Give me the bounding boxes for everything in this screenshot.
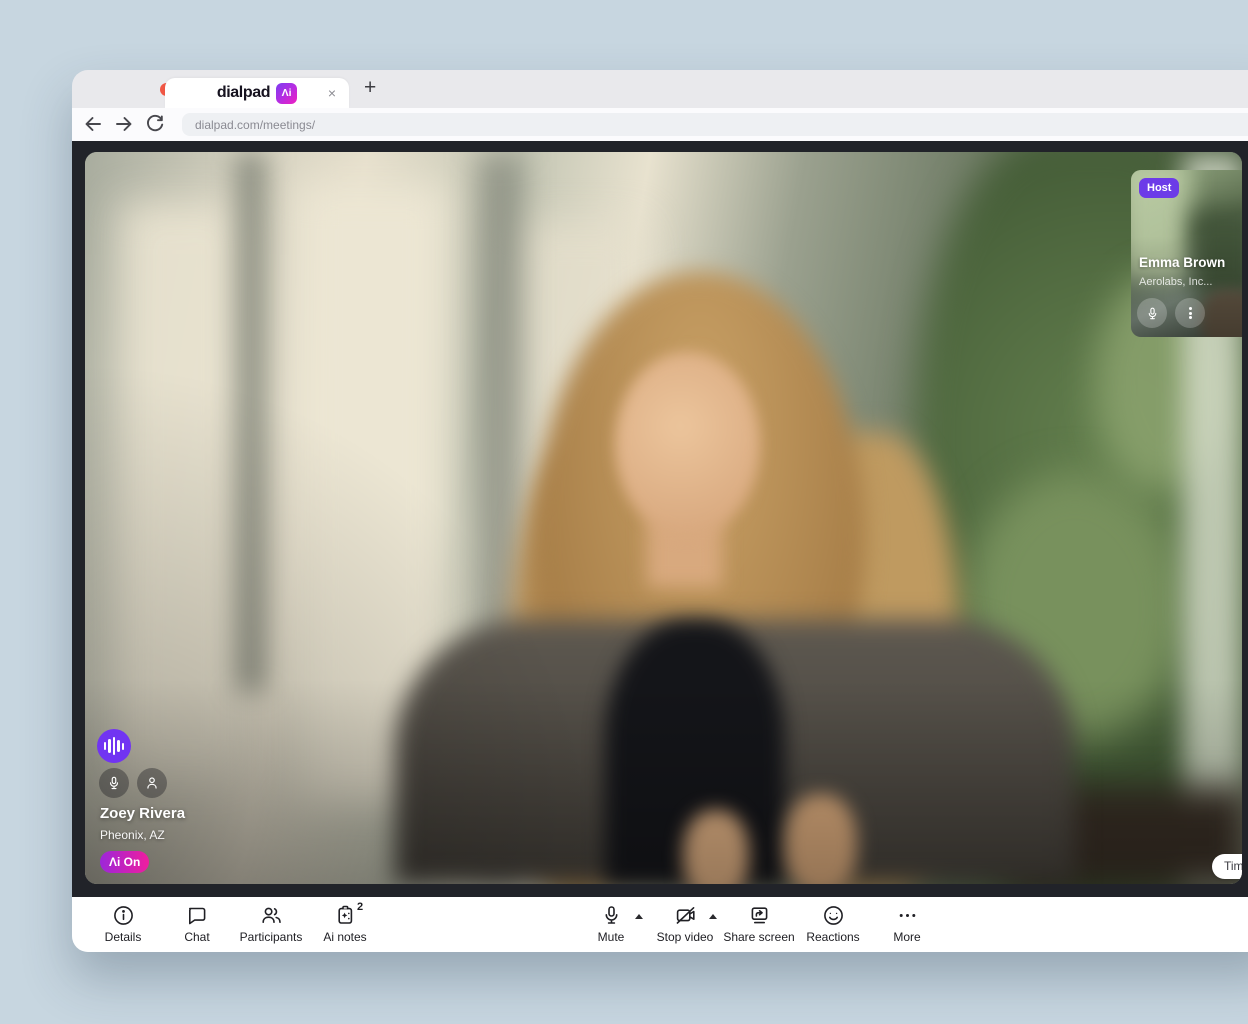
video-off-icon <box>674 904 697 927</box>
timer-button[interactable]: Timer <box>1212 854 1242 879</box>
mute-button[interactable]: Mute <box>574 897 648 944</box>
dialpad-logo: dialpad <box>217 84 270 102</box>
chat-button[interactable]: Chat <box>160 897 234 944</box>
ai-notes-button[interactable]: 2 Ai notes <box>308 897 382 944</box>
main-video-tile: Zoey Rivera Pheonix, AZ Ʌi On Timer Host… <box>85 152 1242 884</box>
speaker-name: Zoey Rivera <box>100 805 185 822</box>
speaker-location: Pheonix, AZ <box>100 828 165 842</box>
share-screen-button[interactable]: Share screen <box>722 897 796 944</box>
url-text: dialpad.com/meetings/ <box>195 118 315 132</box>
host-badge: Host <box>1139 178 1179 198</box>
browser-window: dialpad Ʌi × + dialpad.com/meetings/ <box>72 70 1248 952</box>
participants-icon <box>260 904 283 927</box>
microphone-icon <box>1145 306 1160 321</box>
new-tab-button[interactable]: + <box>364 76 376 100</box>
remote-video-thumbnail[interactable]: Host Emma Brown Aerolabs, Inc... <box>1131 170 1242 337</box>
address-bar[interactable]: dialpad.com/meetings/ <box>182 113 1248 136</box>
ai-notes-count-badge: 2 <box>357 901 363 913</box>
tab-close-icon[interactable]: × <box>328 85 336 101</box>
info-icon <box>112 904 135 927</box>
remote-participant-company: Aerolabs, Inc... <box>1139 276 1212 288</box>
share-screen-icon <box>748 904 771 927</box>
more-button[interactable]: More <box>870 897 944 944</box>
reload-icon[interactable] <box>144 113 166 135</box>
speaking-indicator waveform-icon <box>97 729 131 763</box>
ai-notes-icon <box>334 904 357 927</box>
chat-icon <box>186 904 209 927</box>
thumbnail-mute-button[interactable] <box>1137 298 1167 328</box>
dialpad-ai-logo-icon: Ʌi <box>276 83 297 104</box>
participants-button[interactable]: Participants <box>234 897 308 944</box>
microphone-icon <box>600 904 623 927</box>
reactions-button[interactable]: Reactions <box>796 897 870 944</box>
details-button[interactable]: Details <box>86 897 160 944</box>
meeting-toolbar: Details Chat Participants 2 Ai notes Mut… <box>72 897 1248 952</box>
browser-tab-dialpad[interactable]: dialpad Ʌi × <box>165 78 349 108</box>
more-dots-icon <box>896 904 919 927</box>
corner-shade <box>85 152 1242 884</box>
ai-on-badge: Ʌi On <box>100 851 149 873</box>
remote-participant-name: Emma Brown <box>1139 255 1225 270</box>
person-icon <box>137 768 167 798</box>
forward-arrow-icon[interactable] <box>113 113 135 135</box>
mute-options-caret-icon[interactable] <box>635 914 643 919</box>
video-options-caret-icon[interactable] <box>709 914 717 919</box>
stop-video-button[interactable]: Stop video <box>648 897 722 944</box>
meeting-app: Zoey Rivera Pheonix, AZ Ʌi On Timer Host… <box>72 141 1248 897</box>
thumbnail-menu-button kebab-menu-icon[interactable] <box>1175 298 1205 328</box>
browser-titlebar: dialpad Ʌi × + <box>72 70 1248 108</box>
smiley-icon <box>822 904 845 927</box>
microphone-status-icon <box>99 768 129 798</box>
back-arrow-icon[interactable] <box>82 113 104 135</box>
browser-navbar: dialpad.com/meetings/ <box>72 108 1248 141</box>
